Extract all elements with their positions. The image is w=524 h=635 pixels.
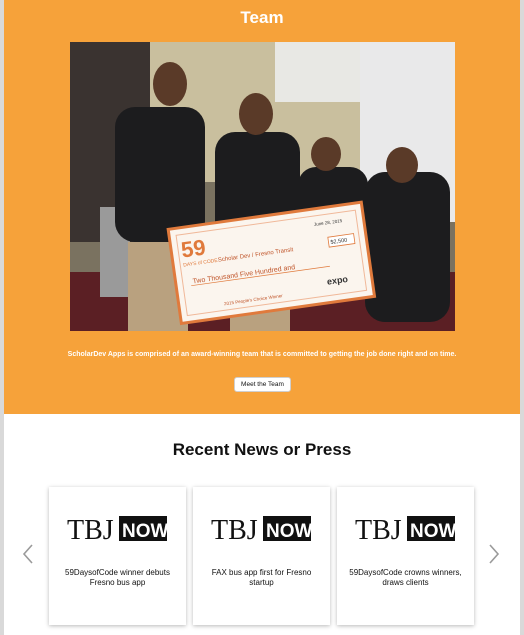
check-brand-number: 59 [179, 234, 207, 262]
tbj-now-logo: TBJ NOW [211, 515, 312, 544]
team-description: ScholarDev Apps is comprised of an award… [67, 351, 457, 358]
news-card-headline: 59DaysofCode winner debuts Fresno bus ap… [65, 568, 170, 587]
team-title: Team [240, 8, 284, 27]
chevron-right-icon [489, 544, 500, 564]
meet-the-team-button[interactable]: Meet the Team [234, 377, 291, 392]
news-card-headline: 59DaysofCode crowns winners, draws clien… [349, 568, 462, 587]
news-card[interactable]: TBJ NOW FAX bus app first for Fresno sta… [193, 487, 330, 625]
news-card[interactable]: TBJ NOW 59DaysofCode winner debuts Fresn… [49, 487, 186, 625]
svg-text:TBJ: TBJ [355, 515, 402, 544]
tbj-now-logo: TBJ NOW [355, 515, 456, 544]
svg-text:TBJ: TBJ [211, 515, 258, 544]
chevron-left-icon [22, 544, 33, 564]
carousel-prev-button[interactable] [20, 541, 36, 567]
news-section-title: Recent News or Press [172, 440, 352, 459]
svg-text:NOW: NOW [266, 521, 312, 542]
page-frame: Team 59 DAYS of CODE June 28, 2015 Schol… [4, 0, 520, 635]
news-card-headline: FAX bus app first for Fresno startup [211, 568, 312, 587]
svg-text:NOW: NOW [410, 521, 456, 542]
team-section: Team 59 DAYS of CODE June 28, 2015 Schol… [4, 0, 520, 414]
svg-text:TBJ: TBJ [67, 515, 114, 544]
carousel-next-button[interactable] [486, 541, 502, 567]
svg-text:NOW: NOW [122, 521, 168, 542]
news-card[interactable]: TBJ NOW 59DaysofCode crowns winners, dra… [337, 487, 474, 625]
tbj-now-logo: TBJ NOW [67, 515, 168, 544]
team-photo: 59 DAYS of CODE June 28, 2015 Scholar De… [70, 42, 455, 331]
